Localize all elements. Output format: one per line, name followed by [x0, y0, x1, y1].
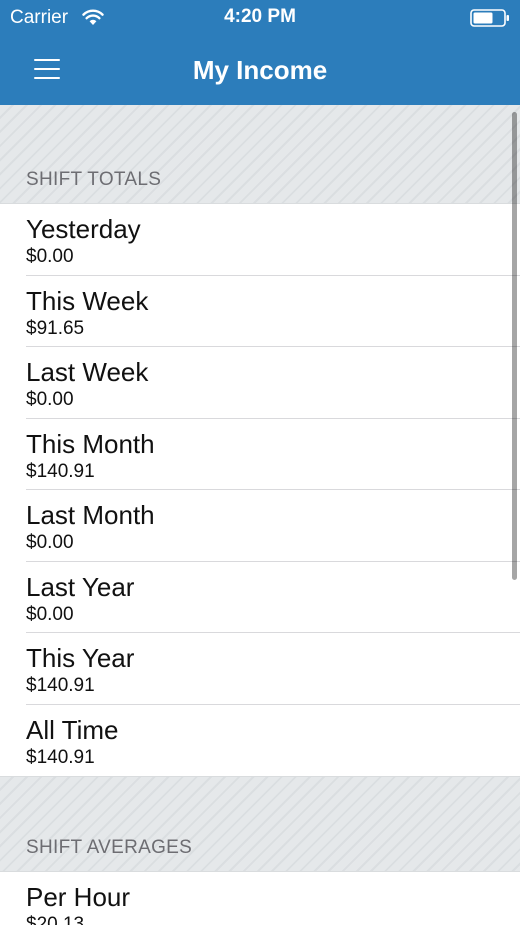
row-value: $20.13: [26, 914, 85, 925]
row-value: $0.00: [26, 532, 74, 553]
scrollbar[interactable]: [512, 112, 517, 580]
section-header-shift-totals: SHIFT TOTALS: [0, 105, 520, 204]
row-value: $0.00: [26, 389, 74, 410]
list-item-this-year[interactable]: This Year $140.91: [0, 633, 520, 705]
screen: Carrier 4:20 PM My Income SHIFT TOTALS Y…: [0, 0, 520, 925]
row-label: All Time: [26, 714, 119, 745]
row-label: Last Week: [26, 357, 149, 387]
row-label: This Year: [26, 643, 135, 673]
income-list[interactable]: SHIFT TOTALS Yesterday $0.00 This Week $…: [0, 105, 520, 925]
row-value: $0.00: [26, 246, 74, 267]
navigation-bar: My Income: [0, 36, 520, 105]
battery-icon: [470, 9, 509, 27]
status-time: 4:20 PM: [224, 6, 296, 27]
list-item-all-time[interactable]: All Time $140.91: [0, 704, 520, 776]
row-label: Last Year: [26, 571, 135, 602]
row-value: $91.65: [26, 317, 85, 339]
row-value: $140.91: [26, 675, 95, 696]
row-label: Per Hour: [26, 882, 131, 912]
list-item-per-hour[interactable]: Per Hour $20.13: [0, 872, 520, 925]
list-item-yesterday[interactable]: Yesterday $0.00: [0, 204, 520, 276]
row-value: $140.91: [26, 746, 95, 768]
list-item-this-month[interactable]: This Month $140.91: [0, 418, 520, 490]
list-item-last-year[interactable]: Last Year $0.00: [0, 561, 520, 633]
row-label: Yesterday: [26, 214, 141, 244]
row-value: $0.00: [26, 603, 74, 625]
section-header-shift-averages: SHIFT AVERAGES: [0, 776, 520, 872]
status-bar: Carrier 4:20 PM: [0, 0, 520, 36]
row-label: Last Month: [26, 500, 155, 530]
row-label: This Month: [26, 428, 155, 459]
top-bar: Carrier 4:20 PM My Income: [0, 0, 520, 105]
section-title: SHIFT TOTALS: [26, 169, 162, 190]
section-title: SHIFT AVERAGES: [26, 837, 193, 858]
page-title: My Income: [192, 55, 328, 85]
list-item-last-month[interactable]: Last Month $0.00: [0, 490, 520, 562]
list-item-last-week[interactable]: Last Week $0.00: [0, 347, 520, 419]
row-value: $140.91: [26, 460, 95, 482]
row-label: This Week: [26, 285, 149, 316]
list-item-this-week[interactable]: This Week $91.65: [0, 275, 520, 347]
